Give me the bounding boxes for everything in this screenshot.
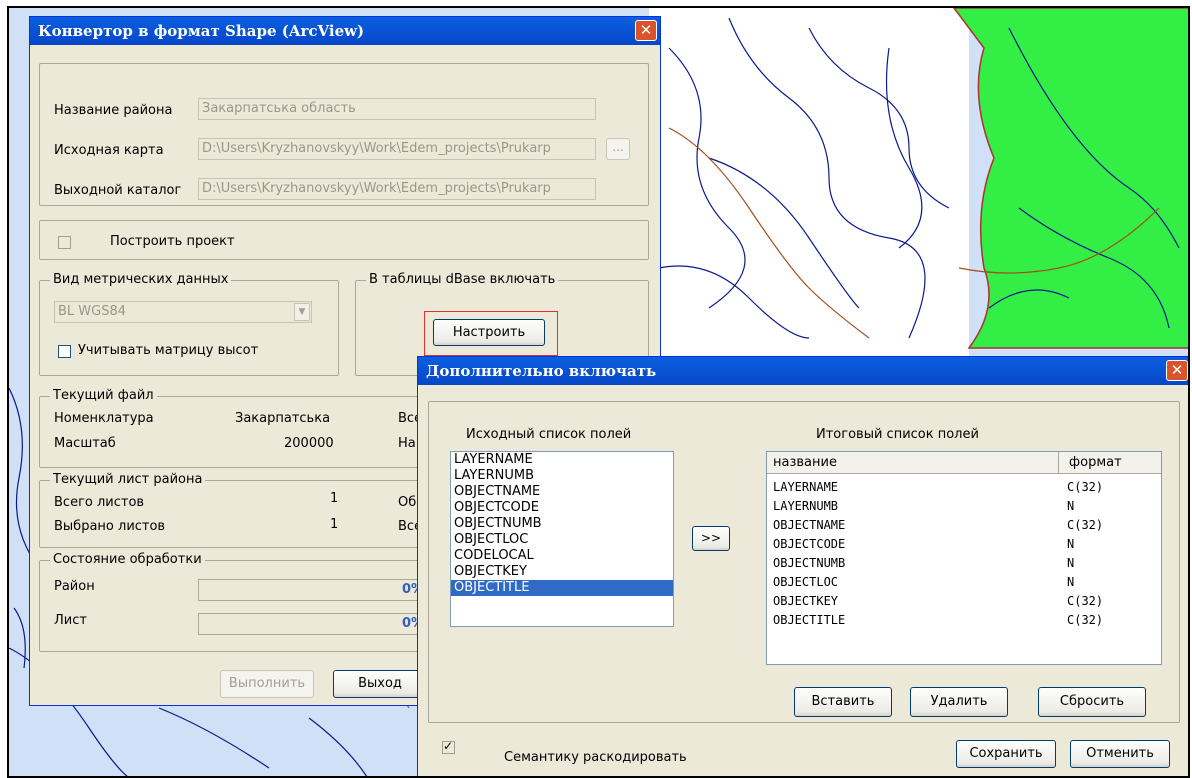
field-format-cell: C(32) [1067, 518, 1104, 532]
table-row[interactable]: OBJECTNAME C(32) [767, 515, 1161, 535]
table-row[interactable]: OBJECTKEY C(32) [767, 591, 1161, 611]
current-file-group-label: Текущий файл [50, 388, 157, 403]
field-format-cell: C(32) [1067, 480, 1104, 494]
build-project-label: Построить проект [110, 234, 235, 249]
extra-fields-dialog: Дополнительно включать ✕ Исходный список… [417, 356, 1188, 776]
table-row[interactable]: OBJECTITLE C(32) [767, 610, 1161, 630]
field-name-cell: OBJECTKEY [773, 594, 839, 608]
chevron-down-icon[interactable]: ▼ [294, 303, 310, 321]
converter-title: Конвертор в формат Shape (ArcView) [38, 22, 365, 40]
current-sheet-group-label: Текущий лист района [50, 472, 206, 487]
table-row[interactable]: OBJECTLOC N [767, 572, 1161, 592]
source-field-item[interactable]: OBJECTNUMB [451, 516, 673, 532]
check-icon: ✓ [443, 739, 454, 753]
field-name-cell: OBJECTITLE [773, 613, 846, 627]
field-name-cell: LAYERNAME [773, 480, 839, 494]
nomenclature-label: Номенклатура [54, 411, 154, 426]
source-map-field: D:\Users\Kryzhanovskyy\Work\Edem_project… [198, 138, 596, 160]
insert-button[interactable]: Вставить [794, 687, 892, 717]
source-field-item[interactable]: OBJECTKEY [451, 564, 673, 580]
source-list-label: Исходный список полей [466, 427, 632, 442]
configure-button[interactable]: Настроить [433, 319, 545, 346]
delete-button[interactable]: Удалить [910, 687, 1008, 717]
decode-semantics-label: Семантику раскодировать [504, 750, 687, 765]
result-list-label: Итоговый список полей [816, 427, 979, 442]
region-progress-label: Район [54, 579, 95, 594]
extra-titlebar[interactable]: Дополнительно включать ✕ [418, 357, 1188, 385]
source-fields-list[interactable]: LAYERNAME LAYERNUMB OBJECTNAME OBJECTCODE OB… [450, 451, 674, 627]
current-sheet-right-1: Об [398, 495, 417, 510]
metric-select[interactable]: BL WGS84 [54, 301, 312, 323]
source-field-item[interactable]: OBJECTNAME [451, 484, 673, 500]
output-dir-label: Выходной каталог [54, 183, 182, 198]
field-name-cell: OBJECTLOC [773, 575, 839, 589]
total-sheets-value: 1 [330, 491, 339, 506]
source-map-label: Исходная карта [54, 143, 164, 158]
scale-label: Масштаб [54, 436, 116, 451]
result-fields-table[interactable]: название формат LAYERNAME C(32) LAYERNUMB N… [766, 451, 1162, 665]
source-field-item[interactable]: OBJECTITLE [451, 580, 673, 596]
field-format-cell: C(32) [1067, 594, 1104, 608]
table-row[interactable]: OBJECTNUMB N [767, 553, 1161, 573]
table-row[interactable]: LAYERNUMB N [767, 496, 1161, 516]
height-matrix-label: Учитывать матрицу высот [78, 343, 259, 358]
screen-frame: Конвертор в формат Shape (ArcView) ✕ Наз… [7, 6, 1190, 778]
build-project-checkbox[interactable] [58, 236, 71, 249]
dbase-group-label: В таблицы dBase включать [366, 272, 559, 287]
source-field-item[interactable]: LAYERNUMB [451, 468, 673, 484]
browse-button[interactable]: ... [606, 138, 630, 160]
column-header-format[interactable]: формат [1059, 452, 1161, 474]
height-matrix-checkbox[interactable] [58, 345, 71, 358]
selected-sheets-label: Выбрано листов [54, 519, 166, 534]
nomenclature-value: Закарпатська [235, 411, 331, 426]
metric-group: Вид метрических данных [39, 272, 339, 376]
close-icon[interactable]: ✕ [1166, 360, 1188, 381]
source-field-item[interactable]: OBJECTLOC [451, 532, 673, 548]
field-name-cell: LAYERNUMB [773, 499, 839, 513]
selected-sheets-value: 1 [330, 517, 339, 532]
table-row[interactable]: OBJECTCODE N [767, 534, 1161, 554]
cancel-button[interactable]: Отменить [1070, 740, 1170, 768]
scale-value: 200000 [284, 436, 334, 451]
total-sheets-label: Всего листов [54, 495, 145, 510]
field-name-cell: OBJECTNAME [773, 518, 846, 532]
metric-group-label: Вид метрических данных [50, 272, 232, 287]
field-name-cell: OBJECTCODE [773, 537, 846, 551]
table-row[interactable]: LAYERNAME C(32) [767, 477, 1161, 497]
source-field-item[interactable]: LAYERNAME [451, 452, 673, 468]
field-name-cell: OBJECTNUMB [773, 556, 846, 570]
result-rows: LAYERNAME C(32) LAYERNUMB N OBJECTNAME C(32) O… [767, 475, 1161, 664]
region-name-label: Название района [54, 103, 173, 118]
column-header-name[interactable]: название [767, 452, 1059, 474]
output-dir-field: D:\Users\Kryzhanovskyy\Work\Edem_project… [198, 178, 596, 200]
field-format-cell: C(32) [1067, 613, 1104, 627]
field-format-cell: N [1067, 499, 1075, 513]
source-field-item[interactable]: CODELOCAL [451, 548, 673, 564]
reset-button[interactable]: Сбросить [1038, 687, 1146, 717]
converter-titlebar[interactable]: Конвертор в формат Shape (ArcView) ✕ [30, 17, 660, 45]
save-button[interactable]: Сохранить [956, 740, 1056, 768]
field-format-cell: N [1067, 575, 1075, 589]
run-button[interactable]: Выполнить [220, 670, 314, 698]
current-file-right-2: На [398, 436, 416, 451]
sheet-progress-label: Лист [54, 613, 87, 628]
decode-semantics-checkbox[interactable]: ✓ [442, 739, 455, 754]
field-format-cell: N [1067, 556, 1075, 570]
move-fields-button[interactable]: >> [692, 526, 730, 551]
extra-title: Дополнительно включать [426, 362, 657, 380]
processing-group-label: Состояние обработки [50, 552, 205, 567]
close-icon[interactable]: ✕ [635, 20, 657, 41]
source-field-item[interactable]: OBJECTCODE [451, 500, 673, 516]
exit-button[interactable]: Выход [333, 670, 427, 698]
region-name-field: Закарпатська область [198, 98, 596, 120]
field-format-cell: N [1067, 537, 1075, 551]
